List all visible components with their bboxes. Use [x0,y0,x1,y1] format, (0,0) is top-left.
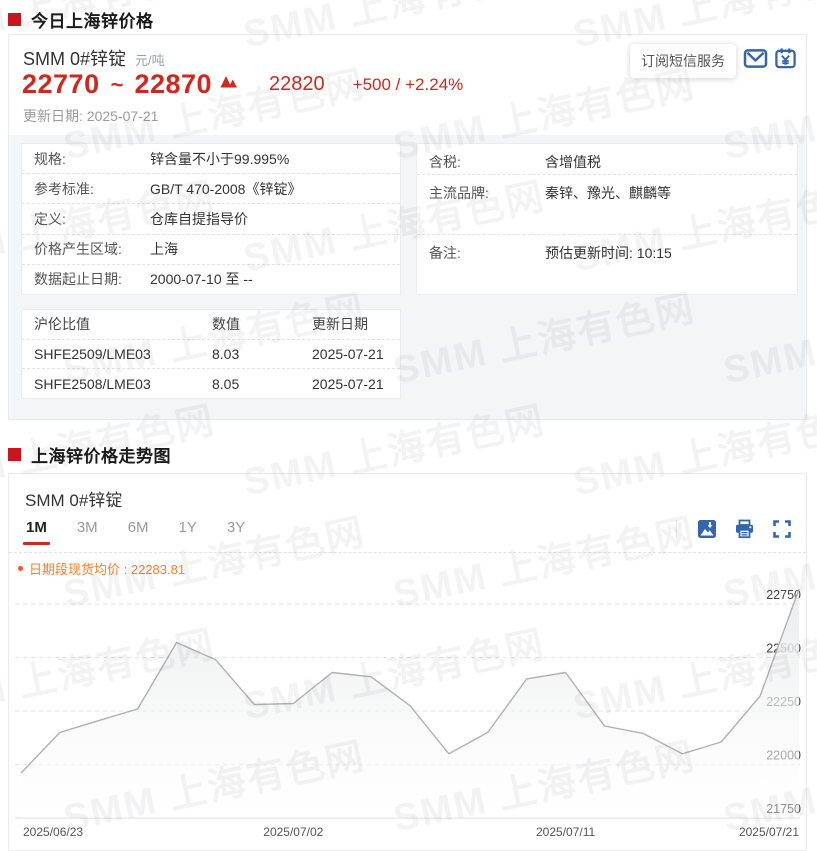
tax-table-row: 备注: 预估更新时间: 10:15 [417,235,797,294]
product-name: SMM 0#锌锭 [23,49,127,69]
tab-3m[interactable]: 3M [77,519,98,545]
spec-table-row: 价格产生区域: 上海 [22,235,400,265]
spec-table-row: 参考标准: GB/T 470-2008《锌锭》 [22,174,400,205]
svg-text:2025/07/21: 2025/07/21 [739,825,799,839]
tab-1y[interactable]: 1Y [179,519,197,545]
section-title-today: 今日上海锌价格 [31,12,154,31]
product-unit: 元/吨 [135,53,165,68]
tax-row-value: 含增值税 [545,154,601,170]
shfe-lme-ratio-table: 沪伦比值 数值 更新日期 SHFE2509/LME03 8.03 2025-07-21 SH… [21,309,401,399]
tax-table-row: 含税: 含增值税 [417,144,797,175]
ratio-table-row: SHFE2508/LME03 8.05 2025-07-21 [22,369,400,398]
spec-row-label: 参考标准: [34,180,94,197]
chart-separator [9,552,806,553]
price-trend-chart[interactable]: 21750220002225022500227502025/06/232025/… [9,578,806,846]
section-title-trend: 上海锌价格走势图 [31,447,171,466]
spec-table-row: 数据起止日期: 2000-07-10 至 -- [22,265,400,294]
ratio-header-cell: 更新日期 [312,316,368,333]
legend-value: 22283.81 [130,562,186,577]
ratio-cell: 8.05 [212,375,240,392]
chart-card: SMM 0#锌锭 1M 3M 6M 1Y 3Y 日期段现货均价: 22283.… [8,473,807,851]
update-date-label: 更新日期: [23,108,83,124]
spec-row-value: 锌含量不小于99.995% [150,150,290,167]
tax-table: 含税: 含增值税主流品牌: 秦锌、豫光、麒麟等备注: 预估更新时间: 10:15 [416,143,798,295]
legend-separator: : [120,562,131,577]
svg-text:2025/07/11: 2025/07/11 [536,825,595,839]
price-change: +500 / +2.24% [352,74,464,94]
ratio-cell: 8.03 [212,346,240,362]
update-date-value: 2025-07-21 [86,108,159,124]
ratio-cell: 2025-07-21 [312,346,384,362]
ratio-header-cell: 数值 [212,316,240,333]
subscribe-sms-tooltip[interactable]: 订阅短信服务 [630,44,736,78]
ratio-header-cell: 沪伦比值 [34,316,90,333]
chart-toolbar [676,519,792,539]
tax-row-label: 主流品牌: [429,185,489,201]
legend-name: 日期段现货均价 [29,562,121,577]
range-tabs: 1M 3M 6M 1Y 3Y [23,519,245,545]
tab-6m[interactable]: 6M [128,519,149,545]
red-square-bullet [8,448,21,461]
spec-row-label: 规格: [34,150,66,167]
spec-table: 规格: 锌含量不小于99.995% 参考标准: GB/T 470-2008《锌锭》定义… [21,143,401,295]
price-range-separator: ~ [110,71,124,97]
chart-legend: 日期段现货均价 : 22283.81 [18,559,185,578]
spec-row-value: 仓库自提指导价 [150,211,248,227]
update-date-row: 更新日期: 2025-07-21 [23,106,158,126]
quote-card: SMM 0#锌锭 元/吨 订阅短信服务 22770 ~ 22870 22820 … [8,34,807,420]
tax-table-row: 主流品牌: 秦锌、豫光、麒麟等 [417,175,797,235]
tax-row-value: 秦锌、豫光、麒麟等 [545,185,671,201]
price-low: 22770 [22,69,100,99]
tax-row-value: 预估更新时间: 10:15 [545,245,672,261]
price-average: 22820 [269,73,325,95]
ratio-cell: SHFE2508/LME03 [34,375,151,392]
save-image-icon[interactable] [697,519,717,539]
legend-text: 日期段现货均价 : 22283.81 [29,559,185,578]
tax-row-label: 备注: [429,245,461,261]
ratio-cell: SHFE2509/LME03 [34,346,151,362]
tab-1m[interactable]: 1M [23,519,50,545]
ratio-cell: 2025-07-21 [312,375,384,392]
fullscreen-icon[interactable] [772,519,792,539]
svg-text:2025/06/23: 2025/06/23 [23,825,83,839]
mail-icon[interactable] [743,48,768,69]
svg-text:2025/07/02: 2025/07/02 [263,825,323,839]
price-high: 22870 [134,69,213,99]
spec-row-value: GB/T 470-2008《锌锭》 [150,180,302,197]
spec-table-row: 规格: 锌含量不小于99.995% [22,144,400,175]
product-line: SMM 0#锌锭 元/吨 [23,45,165,71]
chart-title: SMM 0#锌锭 [25,491,123,510]
tax-row-label: 含税: [429,154,461,170]
spec-row-label: 数据起止日期: [34,271,122,288]
spec-row-label: 价格产生区域: [34,241,122,258]
legend-dot-icon [18,566,23,571]
print-icon[interactable] [734,519,755,539]
spec-row-value: 上海 [150,241,178,258]
red-square-bullet [8,13,21,26]
price-row: 22770 ~ 22870 22820 +500 / +2.24% [22,69,463,100]
toolbar-divider [676,520,677,538]
ratio-header-row: 沪伦比值 数值 更新日期 [22,310,400,340]
spec-row-value: 2000-07-10 至 -- [150,271,253,288]
section-header-today: 今日上海锌价格 [8,7,154,32]
spec-row-label: 定义: [34,211,66,227]
price-up-arrow-icon [220,74,238,88]
price-subscribe-icon[interactable] [774,47,797,70]
section-header-trend: 上海锌价格走势图 [8,442,171,467]
spec-table-row: 定义: 仓库自提指导价 [22,204,400,235]
tab-3y[interactable]: 3Y [227,519,245,545]
ratio-table-row: SHFE2509/LME03 8.03 2025-07-21 [22,340,400,370]
